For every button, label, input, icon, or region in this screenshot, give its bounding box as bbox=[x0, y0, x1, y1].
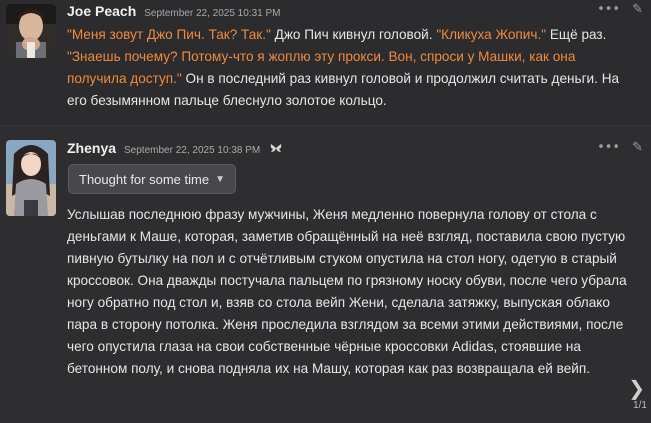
pencil-icon[interactable]: ✎ bbox=[632, 140, 643, 155]
butterfly-icon bbox=[270, 142, 282, 156]
message-timestamp: September 22, 2025 10:38 PM bbox=[124, 145, 261, 156]
avatar[interactable] bbox=[6, 140, 56, 216]
chat-message: Joe Peach September 22, 2025 10:31 PM ••… bbox=[0, 0, 651, 126]
dialogue-quote: "Кликуха Жопич." bbox=[436, 27, 547, 42]
pencil-icon[interactable]: ✎ bbox=[632, 2, 643, 17]
narration-text: Ещё раз. bbox=[546, 27, 607, 42]
ellipsis-icon[interactable]: ••• bbox=[597, 2, 620, 17]
message-header: Joe Peach September 22, 2025 10:31 PM bbox=[67, 3, 280, 19]
message-actions: ••• ✎ bbox=[597, 2, 643, 17]
author-name[interactable]: Joe Peach bbox=[67, 3, 136, 19]
message-header: Zhenya September 22, 2025 10:38 PM bbox=[67, 140, 282, 156]
message-actions: ••• ✎ bbox=[597, 140, 643, 155]
ellipsis-icon[interactable]: ••• bbox=[597, 140, 620, 155]
message-text: "Меня зовут Джо Пич. Так? Так." Джо Пич … bbox=[67, 24, 627, 112]
author-name[interactable]: Zhenya bbox=[67, 140, 116, 156]
thought-toggle-button[interactable]: Thought for some time ▼ bbox=[68, 164, 236, 194]
message-text: Услышав последнюю фразу мужчины, Женя ме… bbox=[67, 204, 629, 380]
chevron-down-icon: ▼ bbox=[215, 173, 225, 185]
message-timestamp: September 22, 2025 10:31 PM bbox=[144, 8, 281, 19]
chevron-right-icon[interactable]: ❯ bbox=[628, 376, 645, 400]
chat-message: Zhenya September 22, 2025 10:38 PM ••• ✎… bbox=[0, 126, 651, 423]
narration-text: Джо Пич кивнул головой. bbox=[270, 27, 437, 42]
thought-label: Thought for some time bbox=[79, 171, 210, 187]
swipe-counter: 1/1 bbox=[633, 400, 647, 411]
narration-text: Услышав последнюю фразу мужчины, Женя ме… bbox=[67, 207, 627, 376]
avatar[interactable] bbox=[6, 4, 56, 58]
dialogue-quote: "Меня зовут Джо Пич. Так? Так." bbox=[67, 27, 271, 42]
